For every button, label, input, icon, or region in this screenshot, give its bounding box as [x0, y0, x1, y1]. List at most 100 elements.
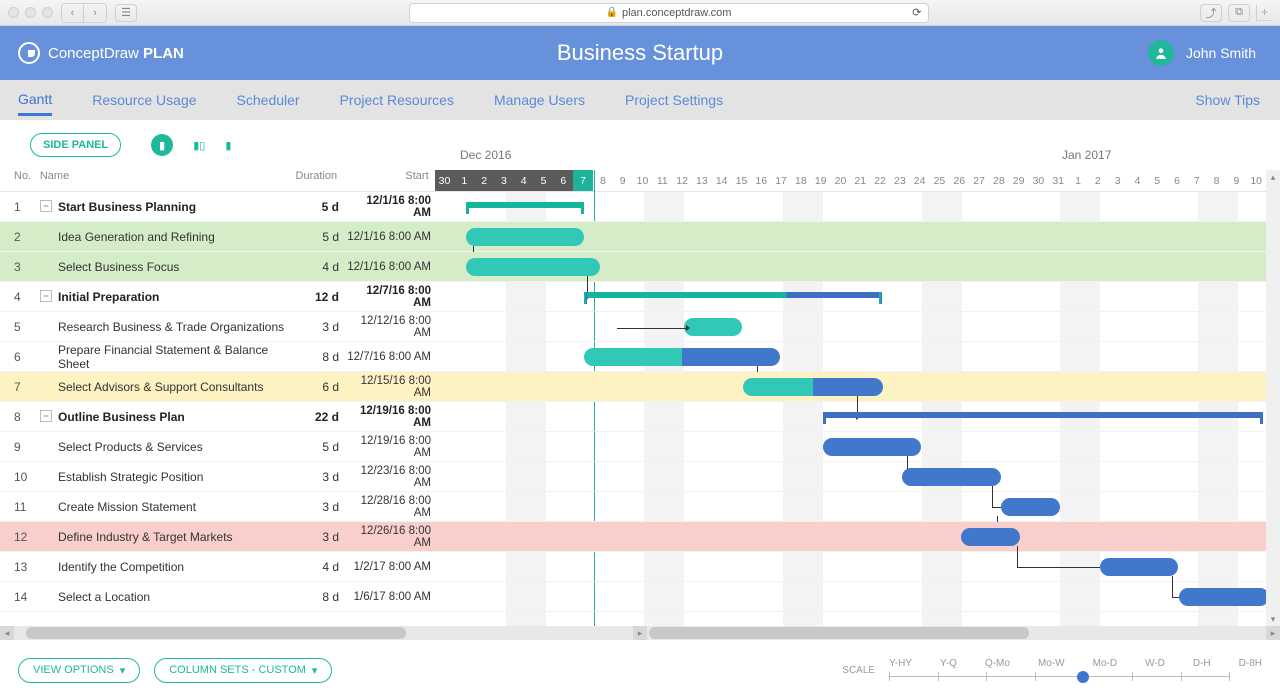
row-name: −Initial Preparation	[40, 290, 287, 304]
task-row[interactable]: 2Idea Generation and Refining5 d12/1/16 …	[0, 222, 1280, 252]
share-icon[interactable]: ⤴	[1200, 4, 1222, 22]
reload-icon[interactable]: ⟳	[912, 6, 921, 19]
day-cell: 19	[811, 170, 831, 191]
gantt-cell[interactable]	[437, 342, 1280, 371]
task-row[interactable]: 4−Initial Preparation12 d12/7/16 8:00 AM	[0, 282, 1280, 312]
task-bar[interactable]	[1179, 588, 1269, 606]
scale-tick-label: Y-Q	[940, 658, 957, 669]
task-bar[interactable]	[902, 468, 1001, 486]
tabs-icon[interactable]: ⧉	[1228, 4, 1250, 22]
day-cell: 12	[672, 170, 692, 191]
gantt-cell[interactable]	[437, 282, 1280, 311]
window-controls[interactable]	[8, 7, 53, 18]
zoom-level-1-icon[interactable]: ▮	[151, 134, 173, 156]
new-tab-icon[interactable]: +	[1256, 5, 1272, 21]
tab-scheduler[interactable]: Scheduler	[237, 86, 300, 114]
gantt-cell[interactable]	[437, 522, 1280, 551]
task-bar[interactable]	[584, 348, 780, 366]
collapse-toggle[interactable]: −	[40, 410, 52, 422]
task-row[interactable]: 11Create Mission Statement3 d12/28/16 8:…	[0, 492, 1280, 522]
gantt-cell[interactable]	[437, 252, 1280, 281]
gantt-cell[interactable]	[437, 312, 1280, 341]
collapse-toggle[interactable]: −	[40, 290, 52, 302]
scale-tick-label: D-8H	[1239, 658, 1262, 669]
tab-gantt[interactable]: Gantt	[18, 85, 52, 116]
task-row[interactable]: 6Prepare Financial Statement & Balance S…	[0, 342, 1280, 372]
day-cell: 29	[1009, 170, 1029, 191]
user-menu[interactable]: John Smith	[1148, 40, 1280, 66]
row-no: 11	[0, 500, 40, 514]
day-cell: 8	[1207, 170, 1227, 191]
task-bar[interactable]	[743, 378, 883, 396]
day-cell: 1	[1068, 170, 1088, 191]
task-row[interactable]: 3Select Business Focus4 d12/1/16 8:00 AM	[0, 252, 1280, 282]
scale-slider[interactable]	[889, 669, 1229, 683]
summary-bar[interactable]	[823, 412, 1263, 418]
gantt-cell[interactable]	[437, 492, 1280, 521]
sidebar-toggle-icon[interactable]: ☰	[115, 4, 137, 22]
tab-project-resources[interactable]: Project Resources	[340, 86, 454, 114]
column-sets-button[interactable]: COLUMN SETS - CUSTOM▾	[154, 658, 332, 683]
toolbar: SIDE PANEL ▮ ▮▯ ▮ Dec 2016 Jan 2017	[0, 120, 1280, 170]
address-bar[interactable]: 🔒 plan.conceptdraw.com ⟳	[145, 3, 1192, 23]
day-cell: 14	[712, 170, 732, 191]
day-cell: 6	[1167, 170, 1187, 191]
task-row[interactable]: 13Identify the Competition4 d1/2/17 8:00…	[0, 552, 1280, 582]
summary-bar[interactable]	[466, 202, 584, 208]
month-left-label: Dec 2016	[460, 148, 511, 162]
row-duration: 5 d	[287, 230, 347, 244]
horizontal-scrollbar[interactable]: ◂ ▸ ▸	[0, 626, 1280, 640]
nav-back-forward[interactable]: ‹›	[61, 3, 107, 23]
gantt-cell[interactable]	[437, 222, 1280, 251]
summary-bar[interactable]	[584, 292, 882, 298]
day-cell: 2	[1088, 170, 1108, 191]
task-row[interactable]: 7Select Advisors & Support Consultants6 …	[0, 372, 1280, 402]
task-bar[interactable]	[684, 318, 742, 336]
gantt-area: No. Name Duration Start 3012345678910111…	[0, 170, 1280, 626]
tab-manage-users[interactable]: Manage Users	[494, 86, 585, 114]
collapse-toggle[interactable]: −	[40, 200, 52, 212]
app-logo[interactable]: ConceptDraw PLAN	[0, 42, 184, 64]
scale-knob[interactable]	[1077, 671, 1089, 683]
chevron-down-icon: ▾	[120, 664, 126, 677]
task-bar[interactable]	[466, 258, 600, 276]
row-duration: 3 d	[287, 530, 347, 544]
row-start: 12/26/16 8:00 AM	[347, 525, 437, 549]
row-name: Select a Location	[40, 590, 287, 604]
task-row[interactable]: 9Select Products & Services5 d12/19/16 8…	[0, 432, 1280, 462]
gantt-cell[interactable]	[437, 372, 1280, 401]
day-cell: 22	[870, 170, 890, 191]
vertical-scrollbar[interactable]: ▴ ▾	[1266, 170, 1280, 626]
task-bar[interactable]	[961, 528, 1020, 546]
task-bar[interactable]	[1001, 498, 1060, 516]
gantt-cell[interactable]	[437, 582, 1280, 611]
scale-tick-label: Q-Mo	[985, 658, 1010, 669]
gantt-cell[interactable]	[437, 402, 1280, 431]
task-row[interactable]: 8−Outline Business Plan22 d12/19/16 8:00…	[0, 402, 1280, 432]
scale-tick-label: Mo-D	[1093, 658, 1117, 669]
gantt-cell[interactable]	[437, 552, 1280, 581]
date-header: 3012345678910111213141516171819202122232…	[435, 170, 1266, 191]
task-bar[interactable]	[1100, 558, 1178, 576]
task-row[interactable]: 10Establish Strategic Position3 d12/23/1…	[0, 462, 1280, 492]
zoom-level-2-icon[interactable]: ▮▯	[193, 139, 205, 152]
scale-control[interactable]: SCALE Y-HYY-QQ-MoMo-WMo-DW-DD-HD-8H	[842, 658, 1262, 683]
task-row[interactable]: 5Research Business & Trade Organizations…	[0, 312, 1280, 342]
task-row[interactable]: 1−Start Business Planning5 d12/1/16 8:00…	[0, 192, 1280, 222]
zoom-level-3-icon[interactable]: ▮	[225, 139, 231, 152]
task-row[interactable]: 14Select a Location8 d1/6/17 8:00 AM	[0, 582, 1280, 612]
gantt-cell[interactable]	[437, 192, 1280, 221]
side-panel-button[interactable]: SIDE PANEL	[30, 133, 121, 157]
tab-resource-usage[interactable]: Resource Usage	[92, 86, 196, 114]
day-cell: 13	[692, 170, 712, 191]
tab-project-settings[interactable]: Project Settings	[625, 86, 723, 114]
show-tips-link[interactable]: Show Tips	[1195, 92, 1260, 108]
gantt-cell[interactable]	[437, 462, 1280, 491]
view-options-button[interactable]: VIEW OPTIONS▾	[18, 658, 140, 683]
day-cell: 18	[791, 170, 811, 191]
task-row[interactable]: 12Define Industry & Target Markets3 d12/…	[0, 522, 1280, 552]
task-bar[interactable]	[466, 228, 584, 246]
gantt-cell[interactable]	[437, 432, 1280, 461]
task-bar[interactable]	[823, 438, 921, 456]
day-cell: 27	[969, 170, 989, 191]
